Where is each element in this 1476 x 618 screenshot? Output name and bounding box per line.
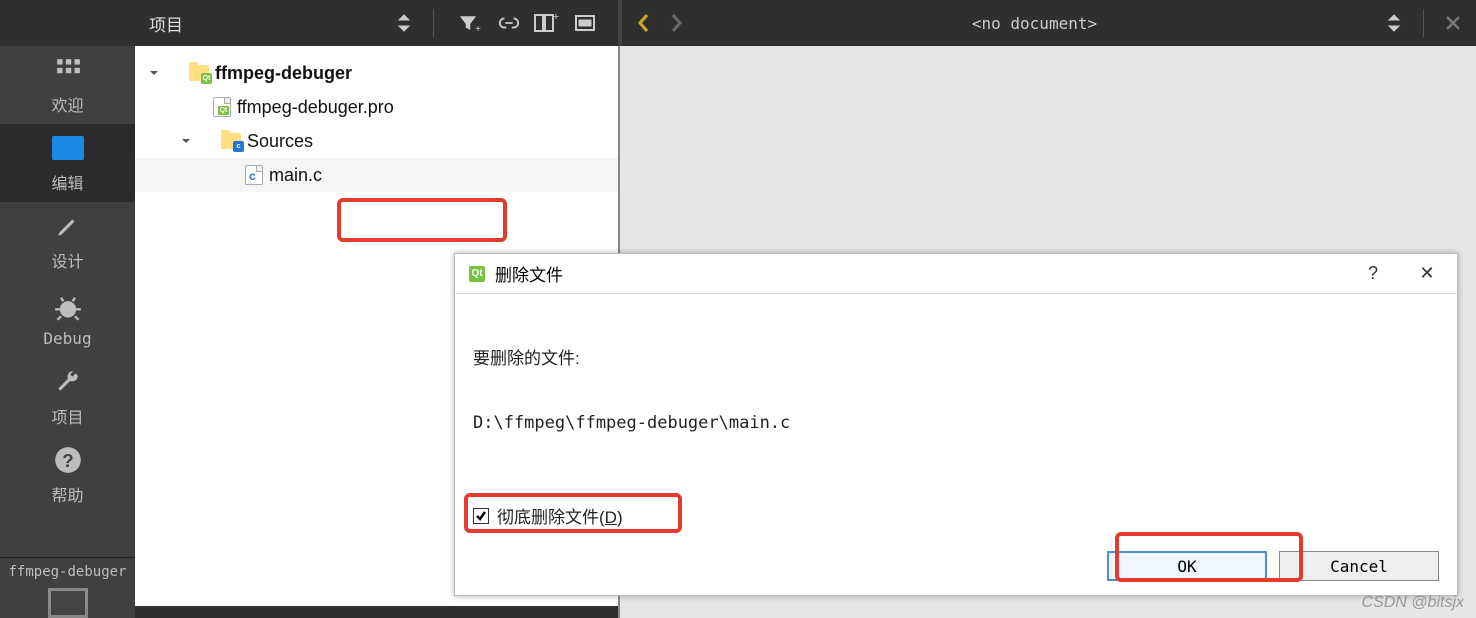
grid-icon [52,54,84,86]
delete-permanently-label[interactable]: 彻底删除文件(D) [497,503,623,528]
qt-icon: Qt [469,266,485,282]
tree-main-label: main.c [269,165,322,186]
delete-file-dialog: Qt 删除文件 ? ✕ 要删除的文件: D:\ffmpeg\ffmpeg-deb… [454,253,1458,596]
nav-projects[interactable]: 项目 [0,358,135,436]
folder-icon: Qt [189,65,209,81]
delete-permanently-checkbox[interactable] [473,508,489,524]
filter-icon[interactable]: + [456,8,486,38]
nav-design[interactable]: 设计 [0,202,135,280]
nav-editor[interactable]: 编辑 [0,124,135,202]
link-icon[interactable] [494,8,524,38]
c-file-icon: c [245,165,263,185]
kit-selector[interactable]: ffmpeg-debuger [0,558,135,588]
nav-welcome-label: 欢迎 [51,92,83,116]
dialog-prompt: 要删除的文件: [473,344,1439,369]
split-icon[interactable]: + [532,8,562,38]
target-icon[interactable] [48,588,88,618]
nav-help-label: 帮助 [51,482,83,506]
chevron-down-icon[interactable] [179,134,193,148]
svg-text:?: ? [62,450,73,471]
dialog-help-button[interactable]: ? [1351,259,1395,289]
nav-welcome[interactable]: 欢迎 [0,46,135,124]
tree-root[interactable]: Qt ffmpeg-debuger [135,56,618,90]
top-toolbar: 项目 + + <no document> [135,0,1476,46]
bug-icon [52,291,84,323]
tree-pro-label: ffmpeg-debuger.pro [237,97,394,118]
folder-icon: c [221,133,241,149]
tree-sources-label: Sources [247,131,313,152]
pencil-icon [52,210,84,242]
nav-help[interactable]: ? 帮助 [0,436,135,514]
cancel-button[interactable]: Cancel [1279,551,1439,581]
tree-root-label: ffmpeg-debuger [215,63,352,84]
project-dropdown[interactable]: 项目 [149,11,381,36]
nav-design-label: 设计 [51,248,83,272]
nav-forward-button[interactable] [664,10,690,36]
outline-icon[interactable] [570,8,600,38]
editor-icon [52,132,84,164]
ok-button[interactable]: OK [1107,551,1267,581]
sort-icon[interactable] [389,8,419,38]
wrench-icon [52,366,84,398]
highlight-box [337,198,507,242]
help-icon: ? [52,444,84,476]
file-icon: Qt [213,97,231,117]
tree-sources-folder[interactable]: c Sources [135,124,618,158]
nav-back-button[interactable] [630,10,656,36]
dialog-title: 删除文件 [495,261,1341,286]
nav-debug-label: Debug [43,329,91,348]
tree-pro-file[interactable]: Qt ffmpeg-debuger.pro [135,90,618,124]
chevron-down-icon[interactable] [147,66,161,80]
tree-main-c[interactable]: c main.c [135,158,618,192]
nav-debug[interactable]: Debug [0,280,135,358]
dialog-close-button[interactable]: ✕ [1405,259,1449,289]
left-sidebar: 欢迎 编辑 设计 Debug 项目 ? 帮助 ffmpeg-debuger [0,0,135,618]
dialog-file-path: D:\ffmpeg\ffmpeg-debuger\main.c [473,413,1439,433]
nav-projects-label: 项目 [51,404,83,428]
document-label[interactable]: <no document> [698,14,1371,33]
close-doc-button[interactable] [1438,8,1468,38]
doc-sort-icon[interactable] [1379,8,1409,38]
nav-editor-label: 编辑 [51,170,83,194]
